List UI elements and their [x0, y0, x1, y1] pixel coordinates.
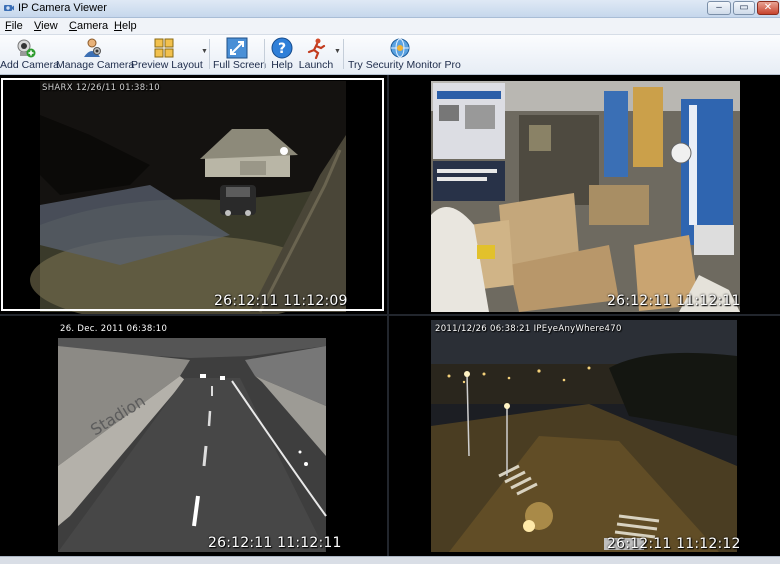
try-security-monitor-pro-button[interactable]: Try Security Monitor Pro — [348, 35, 461, 74]
help-icon: ? — [271, 37, 293, 59]
camera-view-cam2[interactable]: 26:12:11 11:12:11 — [389, 75, 780, 314]
try-security-monitor-pro-label: Try Security Monitor Pro — [348, 59, 461, 71]
menu-help[interactable]: Help — [114, 20, 137, 32]
window-title: IP Camera Viewer — [18, 2, 107, 14]
toolbar-separator — [343, 39, 344, 69]
title-bar[interactable]: IP Camera Viewer – ▭ ✕ — [0, 0, 780, 18]
preview-layout-dropdown-arrow[interactable]: ▼ — [201, 48, 208, 55]
camera-view-cam3[interactable]: Stadion 26. Dec. 2011 06:38:10 26:12:11 … — [0, 316, 387, 556]
cam4-osd-label: 2011/12/26 06:38:21 IPEyeAnyWhere470 — [435, 324, 622, 334]
help-label: Help — [271, 59, 293, 71]
app-camera-icon — [4, 5, 14, 11]
minimize-button[interactable]: – — [707, 1, 731, 15]
launch-runner-icon — [307, 38, 326, 59]
cam3-osd-label: 26. Dec. 2011 06:38:10 — [60, 324, 168, 334]
layout-grid-icon — [154, 38, 174, 58]
cam2-timestamp: 26:12:11 11:12:11 — [607, 293, 741, 309]
full-screen-button[interactable]: Full Screen — [213, 35, 267, 74]
manage-camera-label: Manage Camera — [56, 59, 135, 71]
launch-dropdown-arrow[interactable]: ▼ — [334, 48, 341, 55]
toolbar: Add Camera Manage Camera Preview Layout … — [0, 35, 780, 75]
camera-preview-grid: SHARX 12/26/11 01:38:10 26:12:11 11:12:0… — [0, 75, 780, 556]
add-camera-icon — [17, 39, 36, 58]
cam4-timestamp: 26:12:11 11:12:12 — [607, 536, 741, 552]
add-camera-label: Add Camera — [0, 59, 59, 71]
cam3-scene-image: Stadion — [0, 316, 387, 556]
cam1-timestamp: 26:12:11 11:12:09 — [214, 293, 348, 309]
menu-camera[interactable]: Camera — [69, 20, 108, 32]
menu-bar: File View Camera Help — [0, 18, 780, 35]
grid-horizontal-divider — [0, 314, 780, 316]
launch-label: Launch — [298, 59, 334, 71]
add-camera-button[interactable]: Add Camera — [0, 35, 59, 74]
help-button[interactable]: ? Help — [268, 35, 296, 74]
security-monitor-pro-icon — [390, 38, 410, 58]
cam2-scene-image — [389, 75, 780, 314]
maximize-button[interactable]: ▭ — [733, 1, 755, 15]
preview-layout-button[interactable]: Preview Layout — [131, 35, 203, 74]
cam3-timestamp: 26:12:11 11:12:11 — [208, 535, 342, 551]
cam1-osd-label: SHARX 12/26/11 01:38:10 — [42, 83, 160, 93]
menu-view[interactable]: View — [34, 20, 58, 32]
menu-file[interactable]: File — [5, 20, 23, 32]
cam1-scene-image — [0, 75, 387, 314]
cam4-scene-image — [389, 316, 780, 556]
camera-view-cam4[interactable]: 2011/12/26 06:38:21 IPEyeAnyWhere470 26:… — [389, 316, 780, 556]
toolbar-separator — [264, 39, 265, 69]
manage-camera-icon — [84, 38, 101, 57]
full-screen-icon — [226, 37, 248, 59]
camera-view-cam1[interactable]: SHARX 12/26/11 01:38:10 26:12:11 11:12:0… — [0, 75, 387, 314]
manage-camera-button[interactable]: Manage Camera — [56, 35, 135, 74]
preview-layout-label: Preview Layout — [131, 59, 203, 71]
close-button[interactable]: ✕ — [757, 1, 779, 15]
full-screen-label: Full Screen — [213, 59, 267, 71]
svg-text:?: ? — [278, 41, 286, 57]
toolbar-separator — [209, 39, 210, 69]
launch-button[interactable]: Launch — [297, 35, 335, 74]
